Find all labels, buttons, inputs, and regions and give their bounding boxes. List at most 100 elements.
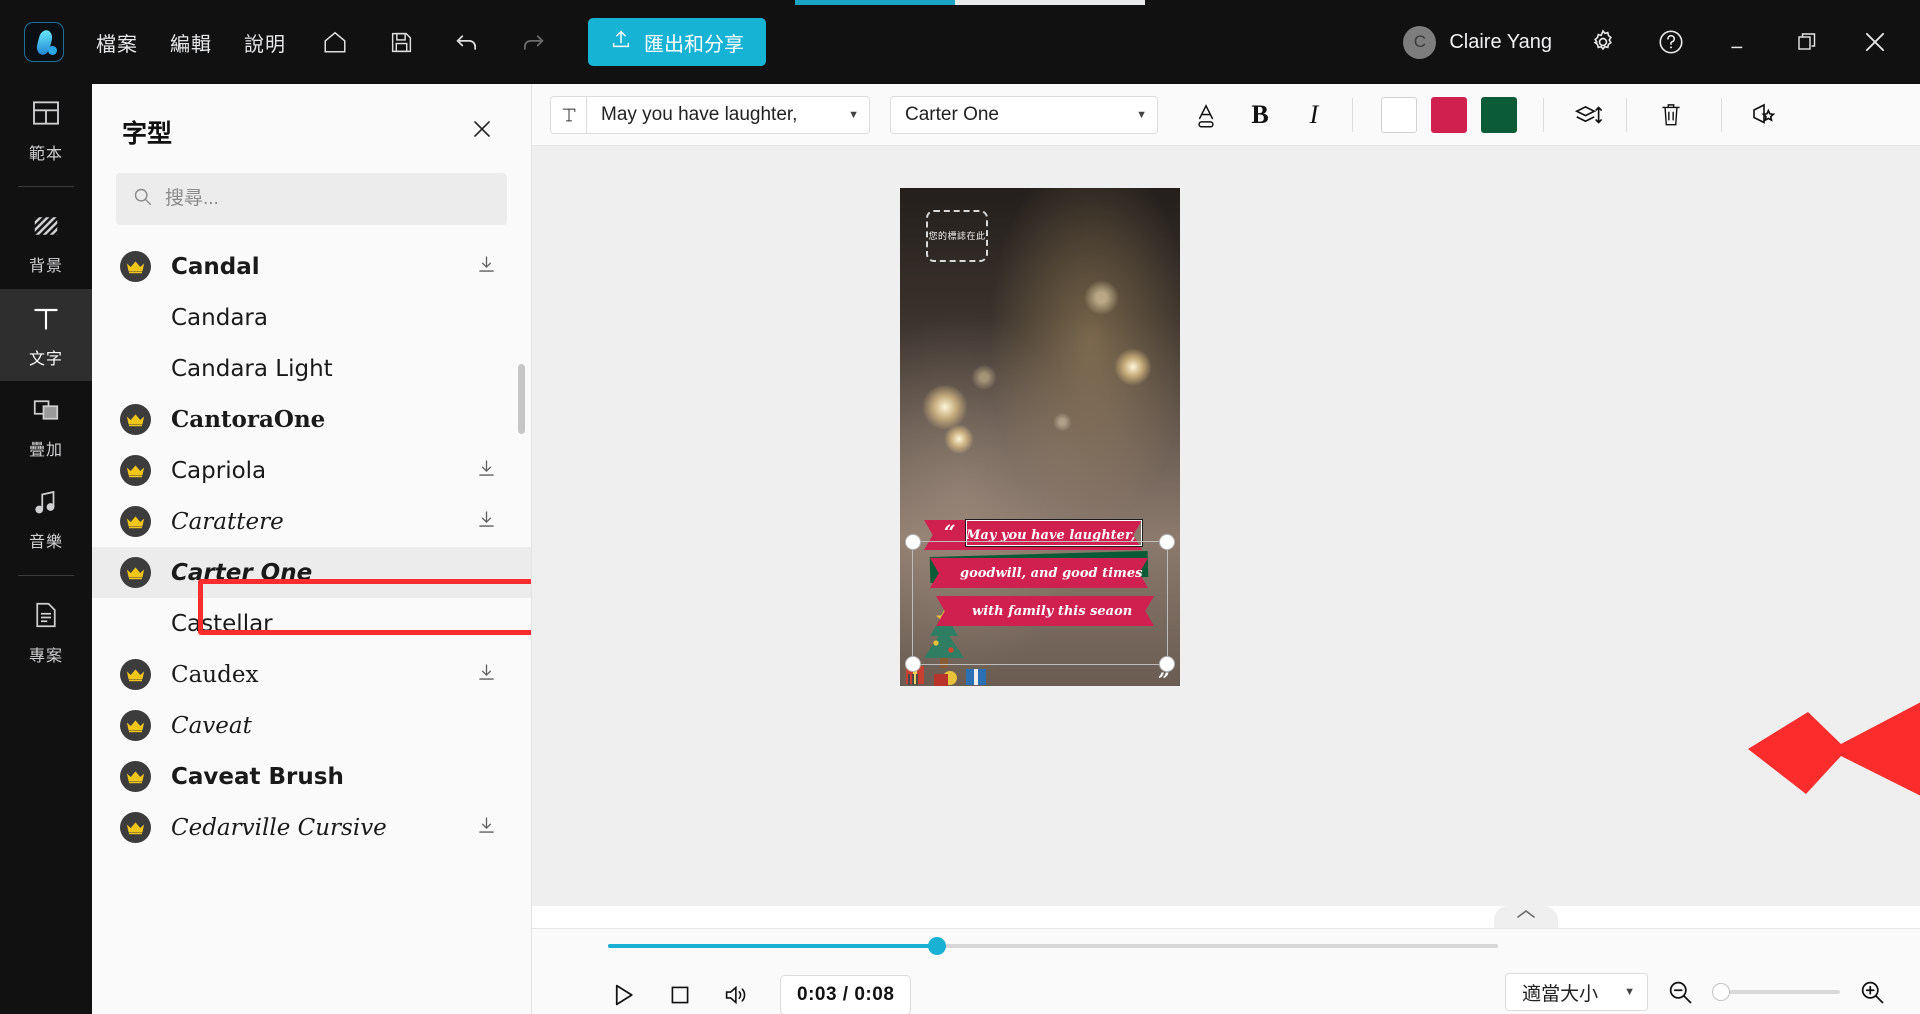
swatch-white[interactable] (1381, 96, 1417, 133)
font-name-label: Carter One (171, 559, 313, 586)
font-list-item[interactable]: Carter One (92, 547, 531, 598)
font-list-item[interactable]: CantoraOne (92, 394, 531, 445)
font-list-item[interactable]: Caudex (92, 649, 531, 700)
minimize-icon[interactable] (1722, 25, 1756, 59)
font-family-select[interactable]: Carter One ▼ (890, 95, 1158, 134)
font-name-label: Castellar (171, 610, 273, 637)
font-list-item[interactable]: Caveat (92, 700, 531, 751)
app-logo[interactable] (24, 22, 64, 62)
premium-crown-icon (120, 659, 151, 690)
premium-crown-icon (120, 455, 151, 486)
download-icon[interactable] (476, 815, 497, 841)
playback-thumb[interactable] (928, 937, 947, 955)
menu-edit[interactable]: 編輯 (170, 28, 212, 57)
animation-icon[interactable] (1740, 95, 1788, 135)
sidebar-item-project[interactable]: 專案 (0, 586, 92, 678)
undo-icon[interactable] (450, 25, 484, 59)
italic-button[interactable]: I (1290, 95, 1338, 135)
sidebar-item-music[interactable]: 音樂 (0, 473, 92, 565)
logo-placeholder-label: 您的標誌在此 (928, 230, 986, 241)
export-share-button[interactable]: 匯出和分享 (588, 18, 766, 66)
font-list-item[interactable]: Castellar (92, 598, 531, 649)
logo-placeholder[interactable]: 您的標誌在此 (926, 210, 988, 262)
panel-scrollbar[interactable] (518, 364, 525, 434)
font-list-item[interactable]: Carattere (92, 496, 531, 547)
zoom-slider[interactable] (1712, 983, 1840, 1001)
close-icon[interactable] (463, 110, 501, 153)
template-icon (30, 97, 62, 134)
download-icon[interactable] (476, 509, 497, 535)
chevron-down-icon: ▼ (1136, 108, 1147, 121)
play-icon[interactable] (608, 980, 638, 1010)
download-icon[interactable] (476, 254, 497, 280)
zoom-preset-value: 適當大小 (1522, 983, 1599, 1005)
sidebar-item-template[interactable]: 範本 (0, 84, 92, 176)
sidebar-label-music: 音樂 (28, 533, 63, 551)
font-list-item[interactable]: Candara (92, 292, 531, 343)
text-icon (30, 302, 62, 339)
layers-icon[interactable] (1564, 95, 1612, 135)
volume-icon[interactable] (722, 981, 752, 1009)
sparkler-1 (922, 384, 968, 430)
project-icon (31, 599, 61, 636)
font-panel-header: 字型 (92, 84, 531, 161)
timeline-collapse-toggle[interactable] (1494, 906, 1558, 928)
swatch-green[interactable] (1481, 96, 1517, 133)
secondary-tab-indicator (955, 0, 1145, 5)
menu-help[interactable]: 說明 (244, 28, 286, 57)
save-icon[interactable] (384, 25, 418, 59)
close-icon[interactable] (1858, 25, 1892, 59)
font-list-item[interactable]: Capriola (92, 445, 531, 496)
bold-button[interactable]: B (1236, 95, 1284, 135)
restore-icon[interactable] (1790, 25, 1824, 59)
app-logo-dot (48, 46, 57, 55)
upload-icon (610, 28, 632, 56)
toolbar-divider-2 (1543, 97, 1544, 132)
zoom-preset-select[interactable]: 適當大小 ▼ (1505, 973, 1648, 1011)
premium-crown-icon (120, 557, 151, 588)
menu-file[interactable]: 檔案 (96, 28, 138, 57)
font-list-item[interactable]: Candal (92, 241, 531, 292)
text-color-button[interactable] (1182, 95, 1230, 135)
font-list[interactable]: Candal Candara Candara Light CantoraOne Capr… (92, 241, 531, 1014)
resize-handle-bottom-left[interactable] (905, 656, 921, 672)
premium-crown-icon (120, 506, 151, 537)
text-content-select[interactable]: May you have laughter, ▼ (586, 95, 870, 134)
font-name-label: CantoraOne (171, 406, 326, 433)
canvas-stage[interactable]: 您的標誌在此 “ May you have laughter, goodwill… (532, 146, 1920, 906)
zoom-slider-thumb[interactable] (1712, 983, 1730, 1001)
font-list-item[interactable]: Cedarville Cursive (92, 802, 531, 853)
zoom-out-icon[interactable] (1666, 978, 1694, 1006)
sidebar-item-text[interactable]: 文字 (0, 289, 92, 381)
zoom-in-icon[interactable] (1858, 978, 1886, 1006)
search-input[interactable] (165, 188, 491, 210)
search-icon (132, 186, 153, 212)
playback-timeline[interactable] (608, 937, 1498, 955)
redo-icon[interactable] (516, 25, 550, 59)
annotation-arrow (1748, 702, 1920, 796)
resize-handle-bottom-right[interactable] (1159, 656, 1175, 672)
chevron-up-icon (1515, 907, 1537, 925)
stop-icon[interactable] (666, 981, 694, 1009)
search-container (92, 161, 531, 225)
download-icon[interactable] (476, 458, 497, 484)
download-icon[interactable] (476, 662, 497, 688)
premium-crown-icon (120, 710, 151, 741)
resize-handle-top-left[interactable] (905, 534, 921, 550)
sidebar-item-overlay[interactable]: 疊加 (0, 381, 92, 473)
selection-frame[interactable] (905, 534, 1175, 685)
drag-grip-handle[interactable] (903, 672, 923, 686)
home-icon[interactable] (318, 25, 352, 59)
swatch-pink[interactable] (1431, 96, 1467, 133)
font-panel: 字型 CandalCandaraCandara LightCantoraOneC… (92, 84, 532, 1014)
resize-handle-top-right[interactable] (1159, 534, 1175, 550)
sidebar-item-background[interactable]: 背景 (0, 197, 92, 289)
search-box[interactable] (116, 173, 507, 225)
font-list-item[interactable]: Caveat Brush (92, 751, 531, 802)
help-icon[interactable] (1654, 25, 1688, 59)
gear-icon[interactable] (1586, 25, 1620, 59)
font-list-item[interactable]: Candara Light (92, 343, 531, 394)
avatar[interactable]: C (1403, 25, 1437, 59)
font-name-label: Caveat Brush (171, 763, 344, 790)
delete-icon[interactable] (1647, 95, 1695, 135)
